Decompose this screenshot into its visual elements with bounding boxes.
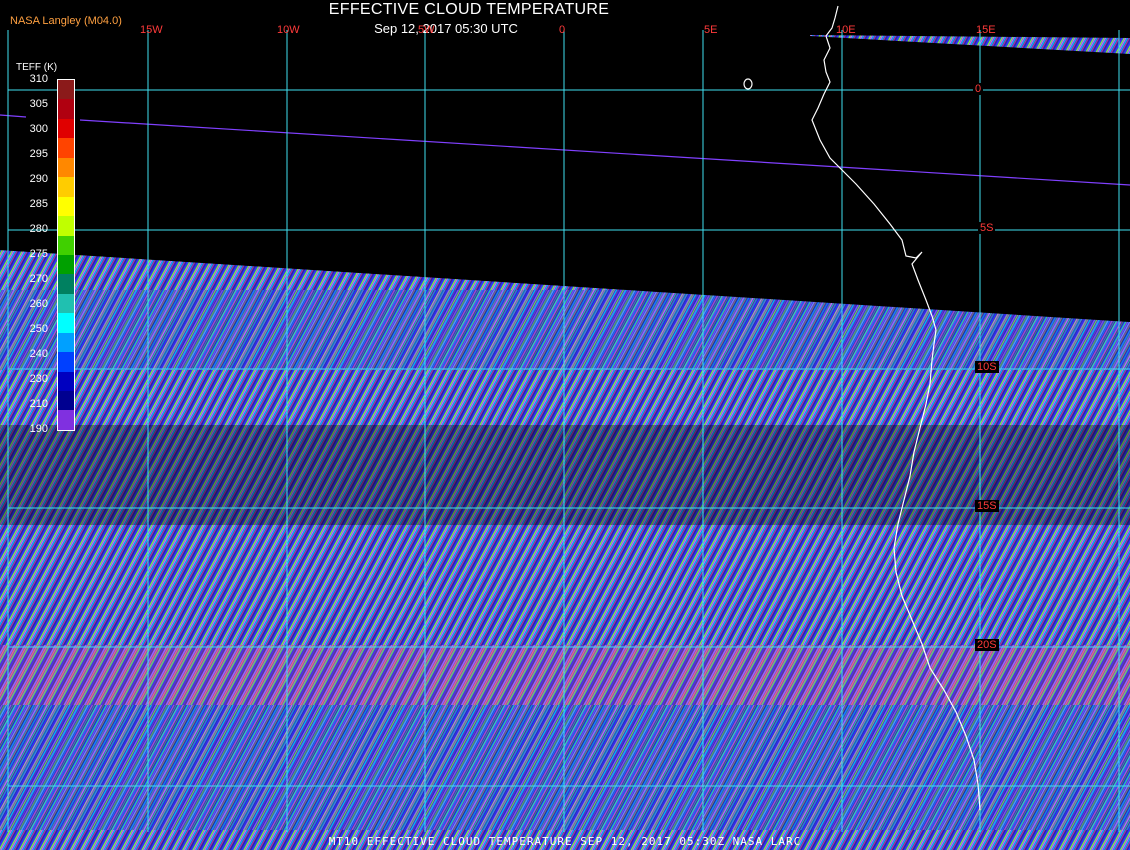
colorbar-segment — [58, 293, 74, 314]
satellite-map — [0, 0, 1130, 850]
colorbar-tick-label: 275 — [29, 248, 48, 260]
lon-label-5w: 5W — [418, 24, 435, 36]
lat-label-10s: 10S — [975, 361, 999, 373]
lon-label-15e: 15E — [976, 24, 996, 36]
lon-label-0: 0 — [559, 24, 566, 36]
lat-label-5s: 5S — [978, 222, 996, 234]
colorbar-tick-label: 250 — [29, 323, 48, 335]
colorbar-tick-label: 300 — [29, 123, 48, 135]
footer-caption: MT10 EFFECTIVE CLOUD TEMPERATURE SEP 12,… — [328, 835, 802, 848]
map-subtitle: Sep 12, 2017 05:30 UTC — [374, 21, 518, 36]
lat-label-0: 0 — [973, 83, 984, 95]
colorbar-segment — [58, 235, 74, 255]
swath-band-3 — [0, 645, 1130, 705]
colorbar-title: TEFF (K) — [16, 62, 58, 73]
lat-label-15s: 15S — [975, 500, 999, 512]
colorbar-segment — [58, 391, 74, 411]
lon-label-10w: 10W — [277, 24, 300, 36]
colorbar-segment — [58, 410, 74, 430]
colorbar-tick-label: 285 — [29, 198, 48, 210]
colorbar-segment — [58, 274, 74, 294]
colorbar-tick-label: 240 — [29, 348, 48, 360]
colorbar-segment — [58, 196, 74, 217]
colorbar-tick-label: 260 — [29, 298, 48, 310]
colorbar-segment — [58, 118, 74, 139]
colorbar-segment — [58, 371, 74, 391]
lat-label-20s: 20S — [975, 639, 999, 651]
colorbar-tick-label: 305 — [29, 98, 48, 110]
colorbar-tick-label: 230 — [29, 373, 48, 385]
colorbar-segment — [58, 177, 74, 197]
colorbar-segment — [58, 138, 74, 158]
swath-band-2 — [0, 525, 1130, 645]
colorbar-segment — [58, 313, 74, 333]
colorbar-segment — [58, 352, 74, 372]
colorbar — [57, 79, 75, 431]
colorbar-tick-label: 270 — [29, 273, 48, 285]
swath-band-dark — [0, 425, 1130, 525]
lon-label-10e: 10E — [836, 24, 856, 36]
lon-label-5e: 5E — [704, 24, 718, 36]
colorbar-tick-label: 295 — [29, 148, 48, 160]
colorbar-segment — [58, 99, 74, 119]
colorbar-segment — [58, 216, 74, 236]
colorbar-tick-label: 290 — [29, 173, 48, 185]
colorbar-segment — [58, 254, 74, 275]
lon-label-15w: 15W — [140, 24, 163, 36]
colorbar-tick-label: 310 — [29, 73, 48, 85]
colorbar-segment — [58, 332, 74, 353]
colorbar-tick-label: 280 — [29, 223, 48, 235]
colorbar-segment — [58, 157, 74, 178]
colorbar-segment — [58, 80, 74, 100]
colorbar-tick-label: 190 — [29, 423, 48, 435]
colorbar-tick-label: 210 — [29, 398, 48, 410]
map-title: EFFECTIVE CLOUD TEMPERATURE — [328, 1, 610, 18]
